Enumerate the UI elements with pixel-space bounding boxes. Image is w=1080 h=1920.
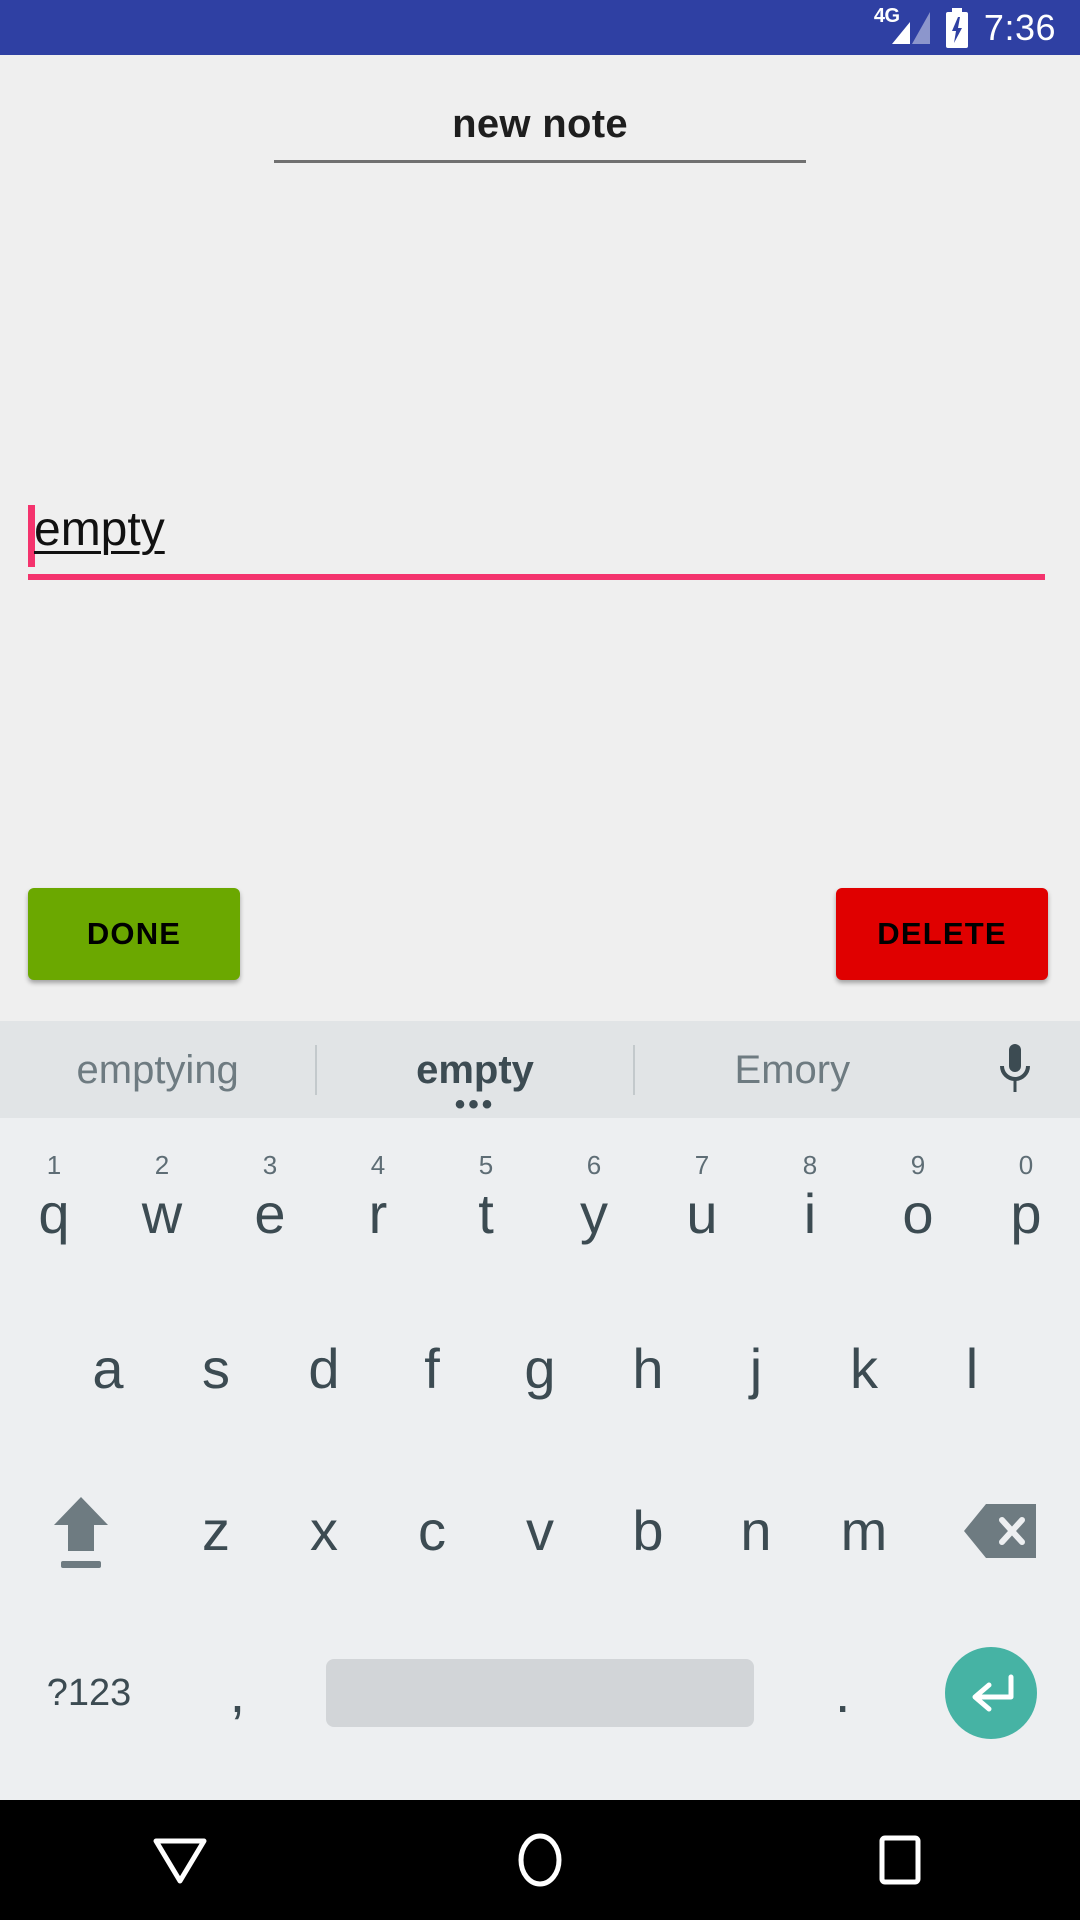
key-letter: y xyxy=(580,1182,608,1245)
key-number: 7 xyxy=(694,1150,710,1180)
key-letter: w xyxy=(141,1182,183,1245)
key-h[interactable]: h xyxy=(594,1288,702,1450)
nav-home-button[interactable] xyxy=(360,1832,720,1888)
shift-underline xyxy=(61,1560,101,1568)
key-number: 0 xyxy=(1018,1150,1034,1180)
key-number: 2 xyxy=(154,1150,170,1180)
key-number: 9 xyxy=(910,1150,926,1180)
key-g[interactable]: g xyxy=(486,1288,594,1450)
backspace-key[interactable] xyxy=(918,1450,1080,1612)
key-m[interactable]: m xyxy=(810,1450,918,1612)
key-number: 6 xyxy=(586,1150,602,1180)
suggestion-text: empty xyxy=(416,1047,534,1092)
note-title-underline xyxy=(274,160,806,163)
key-k[interactable]: k xyxy=(810,1288,918,1450)
soft-keyboard: emptying empty ••• Emory 1 q 2 w 3 e 4 r… xyxy=(0,1021,1080,1800)
done-button[interactable]: DONE xyxy=(28,888,240,980)
collapse-keyboard-triangle-icon xyxy=(153,1838,207,1884)
keyboard-row-3: z x c v b n m xyxy=(0,1450,1080,1612)
battery-charging-icon xyxy=(945,7,968,48)
key-number: 8 xyxy=(802,1150,818,1180)
note-body-value: empty xyxy=(34,503,165,556)
key-number: 5 xyxy=(478,1150,494,1180)
key-letter: p xyxy=(1010,1182,1042,1245)
enter-key-circle xyxy=(944,1647,1037,1739)
key-n[interactable]: n xyxy=(702,1450,810,1612)
keyboard-rows: 1 q 2 w 3 e 4 r 5 t 6 y 7 u 8 i 9 o 0 p … xyxy=(0,1118,1080,1800)
suggestion-text: Emory xyxy=(734,1047,851,1092)
status-bar-right-cluster: 4G 7:36 xyxy=(874,6,1056,48)
key-number: 4 xyxy=(370,1150,386,1180)
key-j[interactable]: j xyxy=(702,1288,810,1450)
enter-return-icon xyxy=(972,1674,1014,1712)
status-bar-clock: 7:36 xyxy=(983,6,1056,48)
key-o[interactable]: 9 o xyxy=(864,1126,972,1288)
note-title-section: new note xyxy=(0,100,1080,163)
backspace-icon xyxy=(964,1504,1036,1558)
key-e[interactable]: 3 e xyxy=(216,1126,324,1288)
key-l[interactable]: l xyxy=(918,1288,1026,1450)
key-x[interactable]: x xyxy=(270,1450,378,1612)
nav-recents-button[interactable] xyxy=(720,1834,1080,1886)
space-bar-surface xyxy=(326,1659,754,1727)
suggestion-item-0[interactable]: emptying xyxy=(0,1050,315,1090)
key-letter: t xyxy=(478,1182,494,1245)
key-number: 1 xyxy=(46,1150,62,1180)
nav-back-button[interactable] xyxy=(0,1835,360,1885)
note-title-input[interactable]: new note xyxy=(452,100,628,148)
suggestion-text: emptying xyxy=(76,1047,239,1092)
key-z[interactable]: z xyxy=(162,1450,270,1612)
home-circle-icon xyxy=(518,1833,562,1887)
note-body-focus-underline xyxy=(28,574,1045,580)
voice-input-button[interactable] xyxy=(950,1040,1080,1100)
suggestion-item-2[interactable]: Emory xyxy=(635,1050,950,1090)
key-letter: e xyxy=(254,1182,286,1245)
recents-square-icon xyxy=(879,1835,921,1885)
note-body-line[interactable]: empty xyxy=(28,495,1048,567)
suggestion-item-1[interactable]: empty ••• xyxy=(317,1047,632,1120)
key-p[interactable]: 0 p xyxy=(972,1126,1080,1288)
shift-arrow-icon xyxy=(50,1495,112,1568)
key-a[interactable]: a xyxy=(54,1288,162,1450)
key-i[interactable]: 8 i xyxy=(756,1126,864,1288)
enter-key[interactable] xyxy=(902,1612,1080,1774)
phone-screen: 4G 7:36 new note empty DONE DELETE empty… xyxy=(0,0,1080,1920)
key-t[interactable]: 5 t xyxy=(432,1126,540,1288)
keyboard-row-4: ?123 , . xyxy=(0,1612,1080,1774)
symbols-key[interactable]: ?123 xyxy=(0,1612,178,1774)
key-letter: o xyxy=(902,1182,934,1245)
key-letter: q xyxy=(38,1182,70,1245)
key-u[interactable]: 7 u xyxy=(648,1126,756,1288)
status-bar: 4G 7:36 xyxy=(0,0,1080,55)
key-letter: i xyxy=(803,1182,817,1245)
space-key[interactable] xyxy=(297,1612,784,1774)
key-letter: u xyxy=(686,1182,718,1245)
delete-button[interactable]: DELETE xyxy=(836,888,1048,980)
signal-triangle-icon xyxy=(891,11,930,44)
microphone-icon xyxy=(999,1043,1030,1092)
key-letter: r xyxy=(368,1182,388,1245)
key-b[interactable]: b xyxy=(594,1450,702,1612)
key-d[interactable]: d xyxy=(270,1288,378,1450)
key-v[interactable]: v xyxy=(486,1450,594,1612)
suggestion-strip: emptying empty ••• Emory xyxy=(0,1021,1080,1120)
suggestion-more-indicator: ••• xyxy=(454,1087,496,1121)
key-w[interactable]: 2 w xyxy=(108,1126,216,1288)
key-s[interactable]: s xyxy=(162,1288,270,1450)
key-f[interactable]: f xyxy=(378,1288,486,1450)
keyboard-row-1: 1 q 2 w 3 e 4 r 5 t 6 y 7 u 8 i 9 o 0 p xyxy=(0,1126,1080,1288)
key-y[interactable]: 6 y xyxy=(540,1126,648,1288)
key-number: 3 xyxy=(262,1150,278,1180)
period-key[interactable]: . xyxy=(783,1612,902,1774)
shift-key[interactable] xyxy=(0,1450,162,1612)
system-navigation-bar xyxy=(0,1800,1080,1920)
key-q[interactable]: 1 q xyxy=(0,1126,108,1288)
shift-arrow-glyph xyxy=(54,1496,108,1551)
comma-key[interactable]: , xyxy=(178,1612,297,1774)
key-r[interactable]: 4 r xyxy=(324,1126,432,1288)
note-body-field[interactable]: empty xyxy=(28,495,1048,567)
signal-bars-icon: 4G xyxy=(874,6,930,48)
key-c[interactable]: c xyxy=(378,1450,486,1612)
keyboard-row-2: a s d f g h j k l xyxy=(0,1288,1080,1450)
